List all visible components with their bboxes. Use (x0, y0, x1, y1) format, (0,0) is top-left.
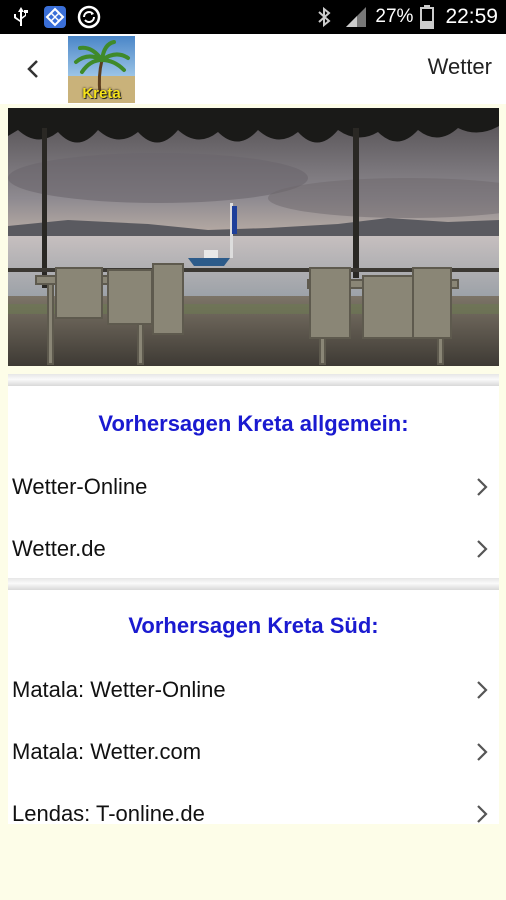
app-notification-icon (42, 4, 68, 30)
clock: 22:59 (445, 5, 498, 28)
list-item-wetter-online[interactable]: Wetter-Online (8, 460, 499, 514)
chevron-right-icon (477, 743, 488, 761)
chevron-right-icon (477, 478, 488, 496)
chevron-right-icon (477, 681, 488, 699)
hero-photo (8, 108, 499, 366)
battery-icon (419, 4, 435, 30)
list-item-label: Lendas: T-online.de (12, 801, 205, 826)
section-heading-sued: Vorhersagen Kreta Süd: (128, 613, 379, 638)
list-item-wetter-de[interactable]: Wetter.de (8, 522, 499, 576)
list-item-matala-wetter-online[interactable]: Matala: Wetter-Online (8, 663, 499, 717)
battery-percent: 27% (375, 6, 414, 27)
chevron-left-icon (27, 60, 38, 78)
beach-taverna-image (8, 108, 499, 366)
chevron-right-icon (477, 540, 488, 558)
page-title: Wetter (427, 54, 492, 79)
chevron-right-icon (477, 805, 488, 823)
list-item-matala-wetter-com[interactable]: Matala: Wetter.com (8, 725, 499, 779)
back-button[interactable] (18, 54, 48, 84)
list-item-lendas-t-online[interactable]: Lendas: T-online.de (8, 787, 499, 841)
section-heading-allgemein: Vorhersagen Kreta allgemein: (98, 411, 409, 436)
list-item-label: Matala: Wetter-Online (12, 677, 226, 702)
app-logo[interactable]: Kreta (68, 36, 135, 103)
status-bar: 27% 22:59 (0, 0, 506, 34)
logo-text: Kreta (82, 85, 121, 102)
sync-icon (76, 4, 102, 30)
usb-icon (8, 4, 34, 30)
section-divider (8, 578, 499, 590)
list-item-label: Matala: Wetter.com (12, 739, 202, 764)
signal-icon (343, 4, 369, 30)
list-item-label: Wetter-Online (12, 474, 148, 499)
app-bar: Kreta Wetter (0, 34, 506, 104)
section-divider (8, 374, 499, 386)
bluetooth-icon (311, 4, 337, 30)
forecast-list: Vorhersagen Kreta allgemein: Wetter-Onli… (8, 374, 499, 826)
list-item-label: Wetter.de (12, 536, 106, 561)
